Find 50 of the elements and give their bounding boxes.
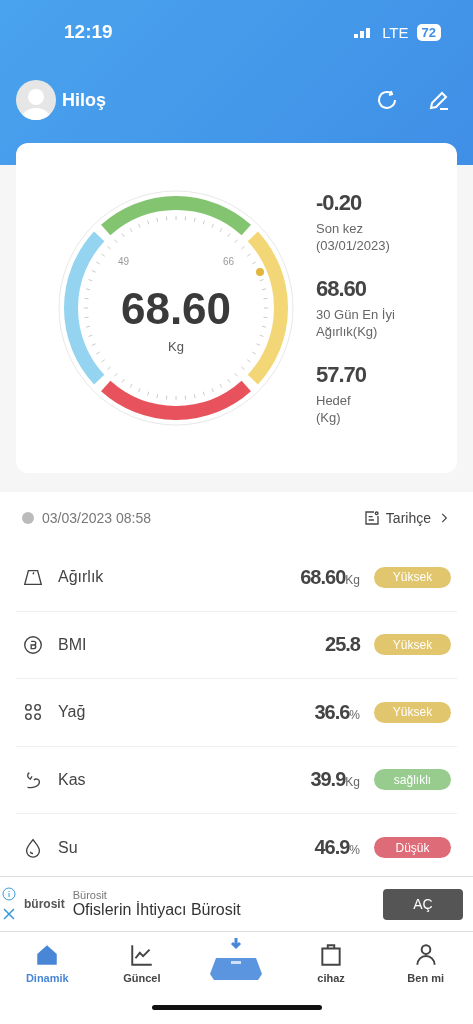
avatar[interactable] — [16, 80, 56, 120]
open-button[interactable]: AÇ — [383, 888, 463, 920]
status-badge: Yüksek — [374, 701, 451, 723]
ad-banner[interactable]: bürosit Bürosit Ofislerin İhtiyacı Bürosit AÇ — [0, 876, 473, 932]
line-chart-icon — [128, 942, 155, 968]
stat-label: Son kez (03/01/2023) — [316, 220, 391, 254]
metric-value: 39.9Kg — [310, 768, 360, 792]
metric-name: Ağırlık — [58, 568, 105, 587]
advertiser-logo: bürosit — [24, 897, 65, 911]
status-badge: Düşük — [374, 837, 451, 859]
metric-name: Yağ — [58, 703, 87, 722]
stat-value: -0.20 — [316, 190, 363, 216]
ad-headline: Ofislerin İhtiyacı Bürosit — [72, 901, 242, 919]
close-icon[interactable] — [2, 907, 16, 921]
status-badge: Yüksek — [374, 634, 451, 656]
metric-name: Su — [58, 838, 79, 857]
status-badge: Yüksek — [374, 566, 451, 588]
metric-name: BMI — [58, 635, 88, 654]
measurement-time: 03/03/2023 08:58 — [42, 510, 152, 526]
nav-tab[interactable]: Ben mi — [378, 932, 473, 990]
battery-level: 72 — [416, 23, 441, 41]
status-badge: sağlıklı — [374, 769, 451, 791]
nav-tab[interactable]: Dinamik — [0, 932, 95, 990]
weight-unit: Kg — [168, 339, 184, 354]
range-high-label: 66 — [223, 256, 235, 267]
stat-value: 57.70 — [316, 362, 368, 388]
metric-value: 25.8 — [325, 633, 360, 657]
stat-label: 30 Gün En İyi Ağırlık(Kg) — [316, 306, 395, 340]
profile-name: Hiloş — [62, 89, 107, 111]
metric-name: Kas — [58, 770, 87, 789]
history-link[interactable]: Tarihçe — [363, 510, 451, 526]
range-low-label: 49 — [118, 256, 130, 267]
metric-value: 36.6% — [314, 700, 360, 724]
nav-tab[interactable]: cihaz — [283, 932, 379, 990]
clock-icon — [22, 512, 34, 524]
refresh-icon — [375, 88, 399, 112]
bmi-icon — [22, 633, 44, 656]
status-time: 12:19 — [64, 21, 113, 43]
metric-value: 68.60Kg — [300, 565, 360, 589]
advertiser-name: Bürosit — [72, 889, 108, 901]
history-icon — [363, 510, 380, 526]
metric-value: 46.9% — [314, 836, 360, 860]
person-silhouette-icon — [21, 86, 51, 120]
stat-label: Hedef (Kg) — [316, 392, 352, 426]
info-icon — [2, 887, 16, 901]
network-label: LTE — [382, 23, 409, 41]
weight-value: 68.60 — [120, 284, 232, 333]
gauge-pointer — [256, 268, 264, 276]
stat-value: 68.60 — [316, 276, 368, 302]
nav-tab[interactable]: Güncel — [94, 932, 190, 990]
